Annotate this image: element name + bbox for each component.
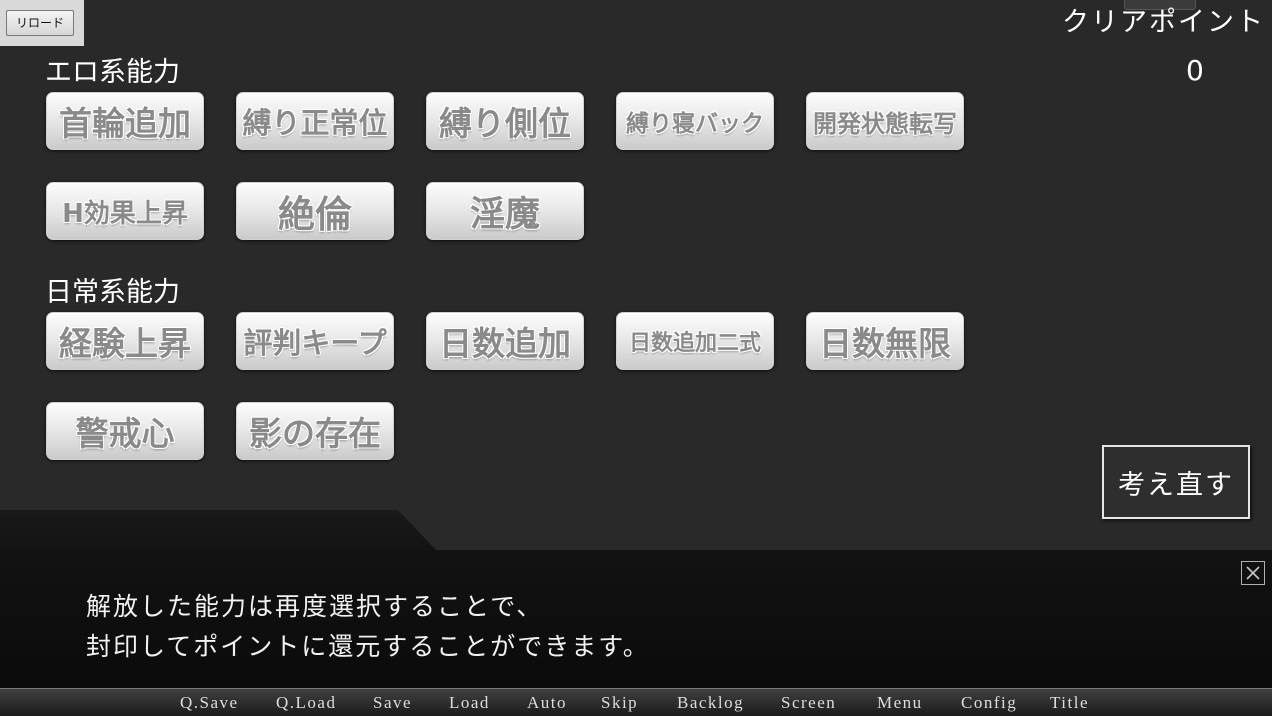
ability-add-days-2-button[interactable]: 日数追加二式 [616, 312, 774, 370]
section-title-ero: エロ系能力 [45, 57, 180, 88]
ability-select-screen: リロード クリアポイント 0 エロ系能力 首輪追加 縛り正常位 縛り側位 縛り寝… [0, 0, 1272, 716]
reload-button[interactable]: リロード [6, 10, 74, 36]
message-line-2: 封印してポイントに還元することができます。 [86, 632, 650, 661]
clear-points-label: クリアポイント [1062, 7, 1265, 38]
reload-panel: リロード [0, 0, 84, 46]
menu-title[interactable]: Title [1050, 692, 1089, 714]
ability-stamina-button[interactable]: 絶倫 [236, 182, 394, 240]
menu-quick-load[interactable]: Q.Load [276, 692, 336, 714]
ability-transfer-development-button[interactable]: 開発状態転写 [806, 92, 964, 150]
ability-keep-reputation-button[interactable]: 評判キープ [236, 312, 394, 370]
section-title-daily: 日常系能力 [45, 277, 180, 308]
message-line-1: 解放した能力は再度選択することで、 [86, 592, 544, 621]
menu-menu[interactable]: Menu [877, 692, 923, 714]
ability-h-effect-up-button[interactable]: H効果上昇 [46, 182, 204, 240]
menu-skip[interactable]: Skip [601, 692, 638, 714]
system-menu-bar: Q.Save Q.Load Save Load Auto Skip Backlo… [0, 688, 1272, 716]
menu-auto[interactable]: Auto [527, 692, 567, 714]
ability-exp-up-button[interactable]: 経験上昇 [46, 312, 204, 370]
menu-save[interactable]: Save [373, 692, 412, 714]
ability-vigilance-button[interactable]: 警戒心 [46, 402, 204, 460]
menu-backlog[interactable]: Backlog [677, 692, 744, 714]
ability-infinite-days-button[interactable]: 日数無限 [806, 312, 964, 370]
ability-succubus-button[interactable]: 淫魔 [426, 182, 584, 240]
menu-load[interactable]: Load [449, 692, 490, 714]
menu-screen[interactable]: Screen [781, 692, 836, 714]
ability-shadow-presence-button[interactable]: 影の存在 [236, 402, 394, 460]
ability-bound-prone-back-button[interactable]: 縛り寝バック [616, 92, 774, 150]
menu-quick-save[interactable]: Q.Save [180, 692, 239, 714]
ability-add-days-button[interactable]: 日数追加 [426, 312, 584, 370]
ability-bound-side-button[interactable]: 縛り側位 [426, 92, 584, 150]
close-icon[interactable] [1241, 561, 1265, 585]
menu-config[interactable]: Config [961, 692, 1017, 714]
ability-bound-missionary-button[interactable]: 縛り正常位 [236, 92, 394, 150]
clear-points-value: 0 [1186, 54, 1204, 87]
ability-add-collar-button[interactable]: 首輪追加 [46, 92, 204, 150]
